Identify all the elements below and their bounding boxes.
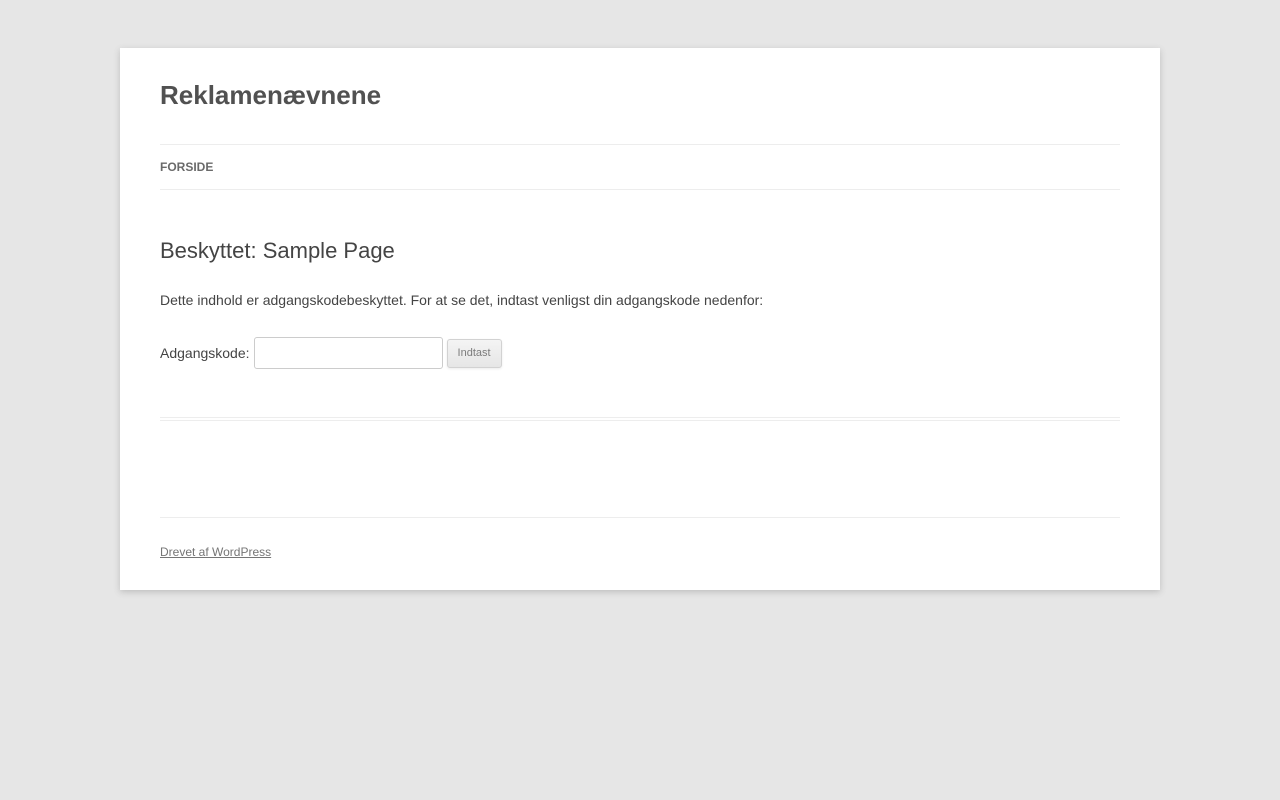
footer-divider xyxy=(160,517,1120,518)
password-notice: Dette indhold er adgangskodebeskyttet. F… xyxy=(160,292,764,308)
page-title: Beskyttet: Sample Page xyxy=(160,238,395,263)
divider xyxy=(160,420,1120,421)
nav-item-forside[interactable]: FORSIDE xyxy=(160,160,213,174)
submit-button[interactable]: Indtast xyxy=(446,338,502,368)
wordpress-credit-link[interactable]: Drevet af WordPress xyxy=(160,545,271,559)
divider xyxy=(160,417,1120,418)
password-form: Adgangskode: Indtast xyxy=(160,337,502,369)
password-input[interactable] xyxy=(253,337,443,369)
main-navigation: FORSIDE xyxy=(160,144,1120,190)
site-title[interactable]: Reklamenævnene xyxy=(160,80,381,111)
page-container: Reklamenævnene FORSIDE Beskyttet: Sample… xyxy=(120,48,1160,590)
password-label: Adgangskode: xyxy=(160,345,250,361)
